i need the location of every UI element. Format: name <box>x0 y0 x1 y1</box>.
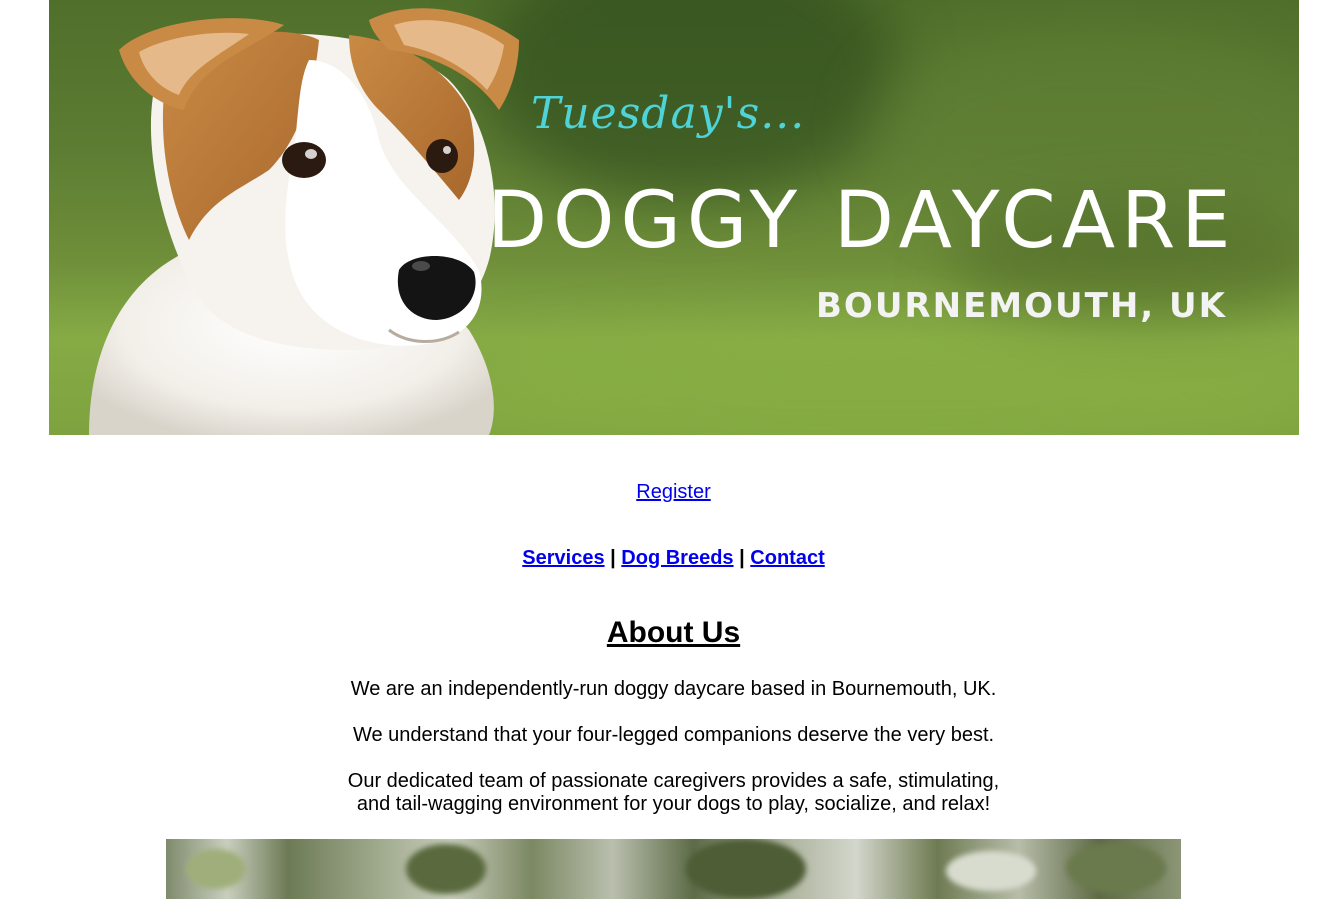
hero-banner: Tuesday's... DOGGY DAYCARE BOURNEMOUTH, … <box>49 0 1299 435</box>
about-paragraph-1: We are an independently-run doggy daycar… <box>350 678 997 700</box>
hero-bokeh <box>429 330 1299 435</box>
main-nav: Services | Dog Breeds | Contact <box>0 547 1335 570</box>
about-paragraph-2: We understand that your four-legged comp… <box>352 724 995 746</box>
about-paragraph-3: Our dedicated team of passionate caregiv… <box>0 770 1335 816</box>
photo-foliage <box>686 839 806 899</box>
register-row: Register <box>0 481 1335 504</box>
photo-foliage <box>186 849 246 889</box>
about-paragraph-3-line-1: Our dedicated team of passionate caregiv… <box>347 770 1000 792</box>
nav-link-contact[interactable]: Contact <box>750 547 824 569</box>
nav-separator: | <box>739 547 745 569</box>
photo-foliage <box>946 851 1036 891</box>
garden-photo <box>166 839 1181 899</box>
dog-photo <box>89 8 519 435</box>
hero-brand-title: DOGGY DAYCARE <box>487 176 1237 266</box>
about-heading: About Us <box>606 616 741 649</box>
hero-location: BOURNEMOUTH, UK <box>816 286 1227 326</box>
register-link[interactable]: Register <box>636 481 710 503</box>
hero-script-tagline: Tuesday's... <box>531 88 806 139</box>
nav-separator: | <box>610 547 616 569</box>
nav-link-dog-breeds[interactable]: Dog Breeds <box>621 547 733 569</box>
photo-foliage <box>1066 843 1166 893</box>
nav-link-services[interactable]: Services <box>522 547 604 569</box>
about-paragraph-3-line-2: and tail-wagging environment for your do… <box>356 793 991 815</box>
photo-foliage <box>406 844 486 894</box>
